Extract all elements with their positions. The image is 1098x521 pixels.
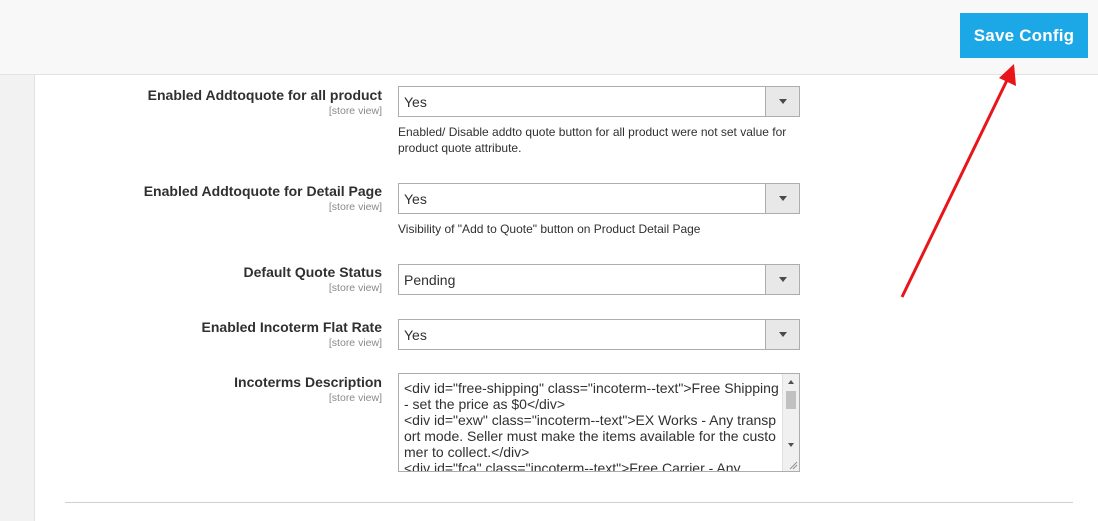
annotation-arrow-icon bbox=[900, 64, 1016, 298]
